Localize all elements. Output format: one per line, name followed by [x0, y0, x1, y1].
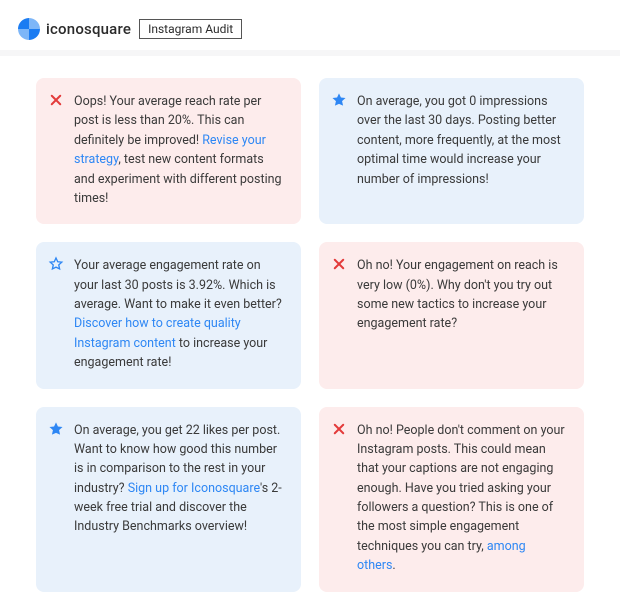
- x-icon: [331, 421, 347, 437]
- signup-iconosquare-link[interactable]: Sign up for Iconosquare: [128, 481, 260, 496]
- card-comments: Oh no! People don't comment on your Inst…: [319, 407, 584, 592]
- card-text: Your average engagement rate on your las…: [74, 258, 282, 370]
- text-segment: Oh no! People don't comment on your Inst…: [357, 423, 565, 554]
- star-outline-icon: [48, 256, 64, 272]
- header: iconosquare Instagram Audit: [0, 0, 620, 50]
- x-icon: [48, 92, 64, 108]
- audit-tag: Instagram Audit: [139, 19, 242, 39]
- card-engagement-rate: Your average engagement rate on your las…: [36, 242, 301, 388]
- x-icon: [331, 256, 347, 272]
- card-text: On average, you get 22 likes per post. W…: [74, 423, 282, 535]
- card-text: On average, you got 0 impressions over t…: [357, 94, 561, 187]
- card-likes-per-post: On average, you get 22 likes per post. W…: [36, 407, 301, 592]
- star-filled-icon: [48, 421, 64, 437]
- audit-cards-grid: Oops! Your average reach rate per post i…: [0, 56, 620, 610]
- text-segment: .: [392, 558, 395, 573]
- card-engagement-on-reach: Oh no! Your engagement on reach is very …: [319, 242, 584, 388]
- brand-name: iconosquare: [46, 20, 131, 38]
- card-reach-rate: Oops! Your average reach rate per post i…: [36, 78, 301, 224]
- iconosquare-logo-icon: [18, 18, 40, 40]
- card-impressions: On average, you got 0 impressions over t…: [319, 78, 584, 224]
- card-text: Oops! Your average reach rate per post i…: [74, 94, 282, 206]
- star-filled-icon: [331, 92, 347, 108]
- text-segment: Your average engagement rate on your las…: [74, 258, 282, 312]
- card-text: Oh no! Your engagement on reach is very …: [357, 258, 558, 331]
- card-text: Oh no! People don't comment on your Inst…: [357, 423, 565, 574]
